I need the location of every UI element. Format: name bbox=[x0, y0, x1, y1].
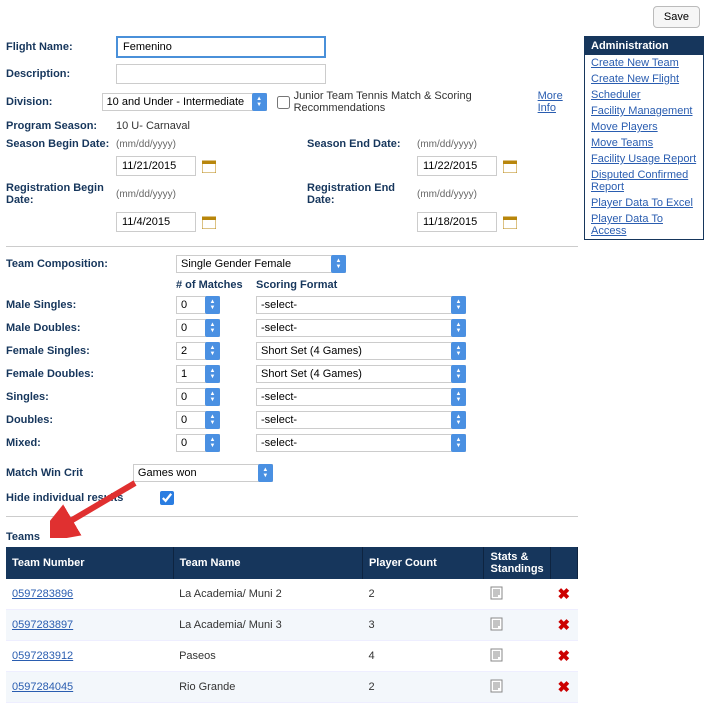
singles-fmt[interactable]: -select- bbox=[256, 388, 466, 406]
admin-link[interactable]: Player Data To Excel bbox=[585, 195, 703, 211]
th-team-name[interactable]: Team Name bbox=[173, 547, 362, 579]
admin-link[interactable]: Facility Management bbox=[585, 103, 703, 119]
label-team-comp: Team Composition: bbox=[6, 258, 176, 270]
reg-end-input[interactable] bbox=[417, 212, 497, 232]
row-doubles: Doubles: bbox=[6, 414, 176, 426]
delete-row-icon[interactable]: ✖ bbox=[550, 610, 577, 641]
jtt-checkbox[interactable] bbox=[277, 96, 290, 109]
player-count-cell: 2 bbox=[362, 672, 484, 703]
division-select[interactable]: 10 and Under - Intermediate bbox=[102, 93, 267, 111]
doubles-fmt[interactable]: -select- bbox=[256, 411, 466, 429]
label-reg-begin: Registration Begin Date: bbox=[6, 182, 116, 206]
program-season-value: 10 U- Carnaval bbox=[116, 120, 190, 132]
delete-row-icon[interactable]: ✖ bbox=[550, 672, 577, 703]
label-season-end: Season End Date: bbox=[307, 138, 417, 150]
season-end-input[interactable] bbox=[417, 156, 497, 176]
admin-link[interactable]: Create New Team bbox=[585, 55, 703, 71]
match-win-select[interactable]: Games won bbox=[133, 464, 273, 482]
female-doubles-fmt[interactable]: Short Set (4 Games) bbox=[256, 365, 466, 383]
table-row: 0597283897 La Academia/ Muni 33 ✖ bbox=[6, 610, 578, 641]
label-program-season: Program Season: bbox=[6, 120, 116, 132]
label-division: Division: bbox=[6, 96, 102, 108]
female-doubles-n[interactable]: 1 bbox=[176, 365, 220, 383]
hint-reg-begin: (mm/dd/yyyy) bbox=[116, 189, 176, 200]
mixed-n[interactable]: 0 bbox=[176, 434, 220, 452]
admin-link[interactable]: Facility Usage Report bbox=[585, 151, 703, 167]
delete-row-icon[interactable]: ✖ bbox=[550, 579, 577, 610]
hint-season-end: (mm/dd/yyyy) bbox=[417, 139, 477, 150]
mixed-fmt[interactable]: -select- bbox=[256, 434, 466, 452]
th-player-count[interactable]: Player Count bbox=[362, 547, 484, 579]
table-row: 0597283912 Paseos4 ✖ bbox=[6, 641, 578, 672]
table-row: 0597284045 Rio Grande2 ✖ bbox=[6, 672, 578, 703]
table-row: 0597283896 La Academia/ Muni 22 ✖ bbox=[6, 579, 578, 610]
label-match-win: Match Win Crit bbox=[6, 467, 83, 479]
calendar-icon[interactable] bbox=[202, 215, 216, 229]
delete-row-icon[interactable]: ✖ bbox=[550, 641, 577, 672]
admin-link[interactable]: Move Teams bbox=[585, 135, 703, 151]
calendar-icon[interactable] bbox=[503, 159, 517, 173]
label-season-begin: Season Begin Date: bbox=[6, 138, 116, 150]
th-stats[interactable]: Stats & Standings bbox=[484, 547, 550, 579]
singles-n[interactable]: 0 bbox=[176, 388, 220, 406]
season-begin-input[interactable] bbox=[116, 156, 196, 176]
teams-table: Team Number Team Name Player Count Stats… bbox=[6, 547, 578, 703]
calendar-icon[interactable] bbox=[503, 215, 517, 229]
label-reg-end: Registration End Date: bbox=[307, 182, 417, 206]
label-hide-results: Hide individual results bbox=[6, 492, 156, 504]
admin-panel: Administration Create New TeamCreate New… bbox=[584, 36, 704, 240]
female-singles-fmt[interactable]: Short Set (4 Games) bbox=[256, 342, 466, 360]
male-doubles-fmt[interactable]: -select- bbox=[256, 319, 466, 337]
reg-begin-input[interactable] bbox=[116, 212, 196, 232]
document-icon[interactable] bbox=[490, 622, 503, 634]
row-mixed: Mixed: bbox=[6, 437, 176, 449]
jtt-label: Junior Team Tennis Match & Scoring Recom… bbox=[294, 90, 531, 114]
row-male-doubles: Male Doubles: bbox=[6, 322, 176, 334]
team-number-link[interactable]: 0597283912 bbox=[12, 650, 73, 662]
male-doubles-n[interactable]: 0 bbox=[176, 319, 220, 337]
admin-link[interactable]: Create New Flight bbox=[585, 71, 703, 87]
admin-link[interactable]: Player Data To Access bbox=[585, 211, 703, 239]
team-number-link[interactable]: 0597283896 bbox=[12, 588, 73, 600]
label-flight-name: Flight Name: bbox=[6, 41, 116, 53]
player-count-cell: 3 bbox=[362, 610, 484, 641]
row-male-singles: Male Singles: bbox=[6, 299, 176, 311]
team-number-link[interactable]: 0597283897 bbox=[12, 619, 73, 631]
admin-link[interactable]: Disputed Confirmed Report bbox=[585, 167, 703, 195]
team-name-cell: Paseos bbox=[173, 641, 362, 672]
more-info-link[interactable]: More Info bbox=[538, 90, 578, 114]
row-female-singles: Female Singles: bbox=[6, 345, 176, 357]
th-team-number[interactable]: Team Number bbox=[6, 547, 173, 579]
hint-reg-end: (mm/dd/yyyy) bbox=[417, 189, 477, 200]
row-female-doubles: Female Doubles: bbox=[6, 368, 176, 380]
flight-name-input[interactable] bbox=[116, 36, 326, 58]
description-input[interactable] bbox=[116, 64, 326, 84]
team-number-link[interactable]: 0597284045 bbox=[12, 681, 73, 693]
player-count-cell: 4 bbox=[362, 641, 484, 672]
hide-results-checkbox[interactable] bbox=[160, 491, 174, 505]
save-button[interactable]: Save bbox=[653, 6, 700, 28]
admin-link[interactable]: Scheduler bbox=[585, 87, 703, 103]
col-scoring-format: Scoring Format bbox=[256, 279, 486, 291]
document-icon[interactable] bbox=[490, 684, 503, 696]
admin-link[interactable]: Move Players bbox=[585, 119, 703, 135]
team-name-cell: La Academia/ Muni 2 bbox=[173, 579, 362, 610]
player-count-cell: 2 bbox=[362, 579, 484, 610]
team-comp-select[interactable]: Single Gender Female bbox=[176, 255, 346, 273]
male-singles-n[interactable]: 0 bbox=[176, 296, 220, 314]
row-singles: Singles: bbox=[6, 391, 176, 403]
admin-header: Administration bbox=[585, 37, 703, 55]
calendar-icon[interactable] bbox=[202, 159, 216, 173]
team-name-cell: La Academia/ Muni 3 bbox=[173, 610, 362, 641]
female-singles-n[interactable]: 2 bbox=[176, 342, 220, 360]
label-description: Description: bbox=[6, 68, 116, 80]
document-icon[interactable] bbox=[490, 653, 503, 665]
male-singles-fmt[interactable]: -select- bbox=[256, 296, 466, 314]
doubles-n[interactable]: 0 bbox=[176, 411, 220, 429]
team-name-cell: Rio Grande bbox=[173, 672, 362, 703]
col-num-matches: # of Matches bbox=[176, 279, 256, 291]
teams-heading: Teams bbox=[6, 531, 578, 543]
hint-season-begin: (mm/dd/yyyy) bbox=[116, 139, 176, 150]
